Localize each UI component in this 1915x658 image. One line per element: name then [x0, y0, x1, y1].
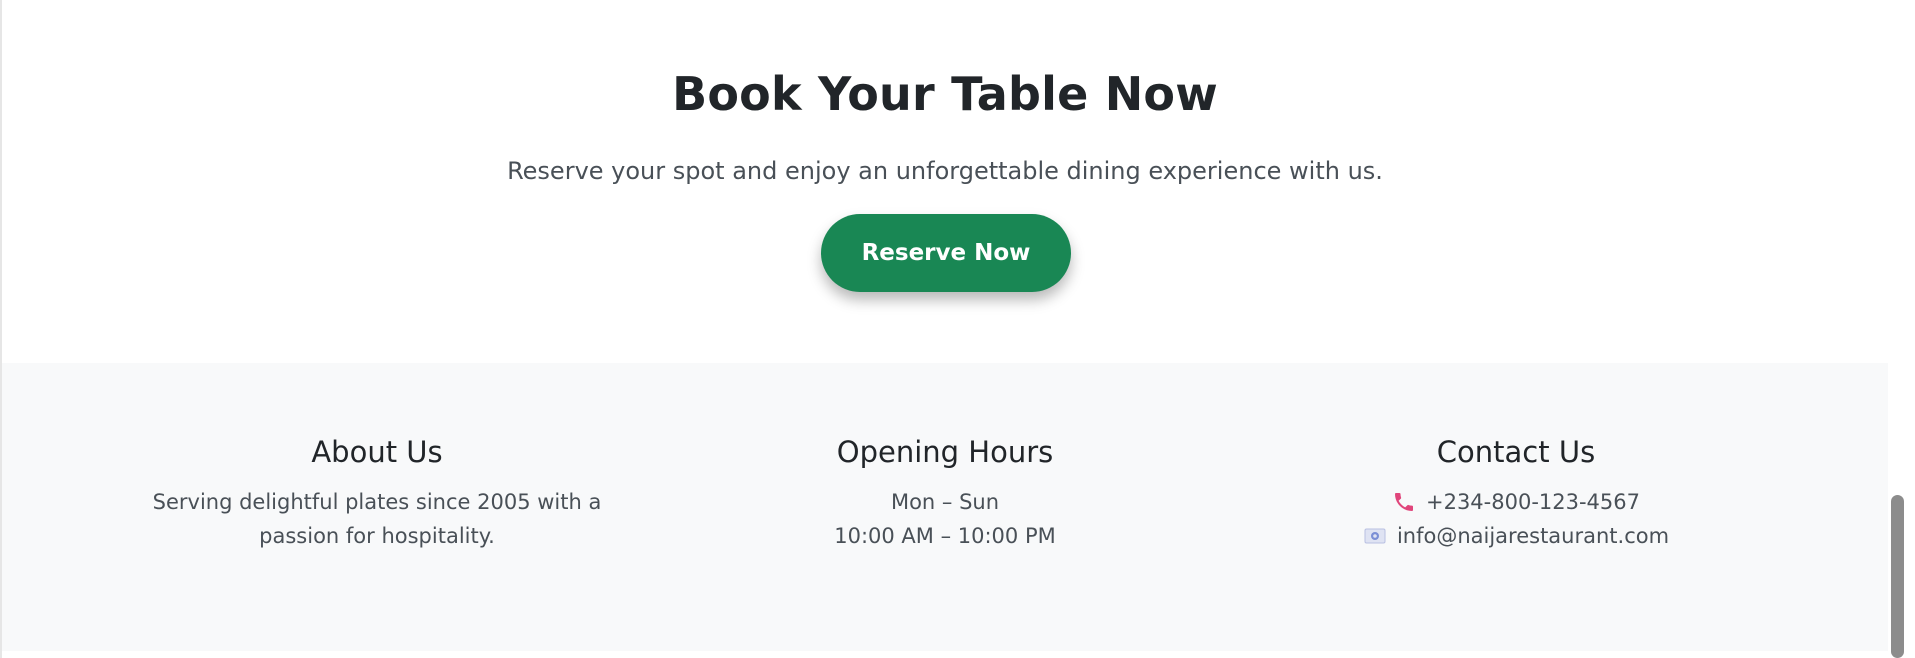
footer: About Us Serving delightful plates since…: [2, 363, 1888, 651]
contact-heading: Contact Us: [1436, 435, 1596, 469]
contact-phone-text: +234-800-123-4567: [1425, 490, 1641, 514]
contact-email-text: info@naijarestaurant.com: [1396, 524, 1670, 548]
reserve-now-button[interactable]: Reserve Now: [821, 214, 1071, 292]
page: Book Your Table Now Reserve your spot an…: [0, 0, 1915, 658]
hours-days: Mon – Sun: [890, 490, 1000, 514]
contact-email[interactable]: info@naijarestaurant.com: [1216, 519, 1816, 553]
about-heading: About Us: [311, 435, 443, 469]
scrollbar-thumb[interactable]: [1891, 495, 1904, 658]
email-icon: [1363, 526, 1387, 546]
hours-times: 10:00 AM – 10:00 PM: [834, 524, 1056, 548]
hours-heading: Opening Hours: [836, 435, 1054, 469]
about-text: Serving delightful plates since 2005 wit…: [152, 490, 602, 548]
page-bottom-edge: [2, 651, 1890, 658]
booking-title: Book Your Table Now: [672, 67, 1218, 121]
contact-phone[interactable]: +234-800-123-4567: [1216, 485, 1816, 519]
booking-subtitle: Reserve your spot and enjoy an unforgett…: [507, 157, 1383, 185]
phone-icon: [1392, 490, 1416, 514]
booking-section: Book Your Table Now Reserve your spot an…: [2, 0, 1888, 363]
browser-viewport: Book Your Table Now Reserve your spot an…: [0, 0, 1890, 658]
